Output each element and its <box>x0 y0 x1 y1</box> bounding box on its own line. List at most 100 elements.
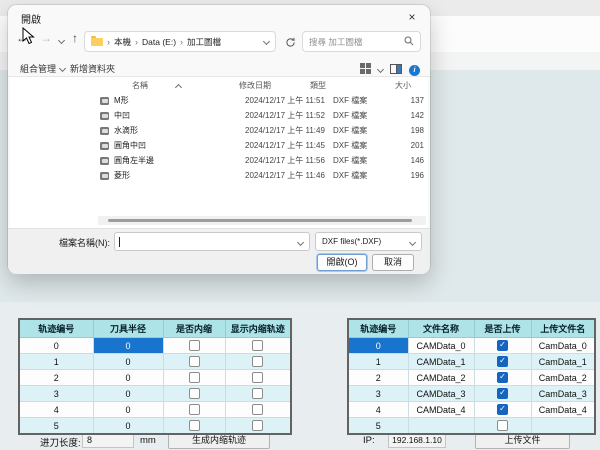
show-inset-trajectory-checkbox-cell[interactable] <box>225 386 291 402</box>
filename-input[interactable] <box>114 232 310 251</box>
trajectory-id-cell[interactable]: 1 <box>348 354 408 370</box>
refresh-icon[interactable] <box>285 35 296 53</box>
inset-checkbox-cell[interactable] <box>163 354 225 370</box>
trajectory-id-cell[interactable]: 2 <box>348 370 408 386</box>
breadcrumb-chevron-icon[interactable] <box>263 38 270 45</box>
trajectory-id-cell[interactable]: 3 <box>19 386 93 402</box>
upload-checkbox-cell[interactable] <box>474 354 531 370</box>
unchecked-checkbox[interactable] <box>252 356 263 367</box>
column-header-type[interactable]: 類型 <box>310 80 326 91</box>
show-inset-trajectory-checkbox-cell[interactable] <box>225 354 291 370</box>
trajectory-id-cell[interactable]: 0 <box>19 338 93 354</box>
unchecked-checkbox[interactable] <box>189 340 200 351</box>
open-button[interactable]: 開啟(O) <box>317 254 367 271</box>
show-inset-trajectory-checkbox-cell[interactable] <box>225 370 291 386</box>
close-icon[interactable]: × <box>404 9 420 25</box>
show-inset-trajectory-checkbox-cell[interactable] <box>225 402 291 418</box>
checked-checkbox[interactable] <box>497 388 508 399</box>
column-header-name[interactable]: 名稱 <box>132 80 148 91</box>
breadcrumb[interactable]: › 本機 › Data (E:) › 加工圖檔 <box>84 31 276 52</box>
upload-filename-cell[interactable]: CamData_3 <box>531 386 595 402</box>
file-row[interactable]: 水滴形2024/12/17 上午 11:49DXF 檔案198 <box>100 123 426 138</box>
trajectory-id-cell[interactable]: 2 <box>19 370 93 386</box>
upload-filename-cell[interactable]: CamData_2 <box>531 370 595 386</box>
search-input[interactable]: 搜尋 加工圖檔 <box>302 31 421 52</box>
unchecked-checkbox[interactable] <box>252 388 263 399</box>
breadcrumb-item-folder[interactable]: 加工圖檔 <box>187 36 221 48</box>
ip-input[interactable]: 192.168.1.10 <box>388 433 446 448</box>
checked-checkbox[interactable] <box>497 404 508 415</box>
file-name-cell[interactable]: CAMData_4 <box>408 402 474 418</box>
unchecked-checkbox[interactable] <box>252 404 263 415</box>
unchecked-checkbox[interactable] <box>189 388 200 399</box>
breadcrumb-item-drive[interactable]: Data (E:) <box>142 37 176 47</box>
tool-radius-cell[interactable]: 0 <box>93 386 163 402</box>
file-name-cell[interactable]: CAMData_2 <box>408 370 474 386</box>
trajectory-id-cell[interactable]: 3 <box>348 386 408 402</box>
horizontal-scrollbar[interactable] <box>98 216 426 225</box>
upload-filename-cell[interactable]: CamData_1 <box>531 354 595 370</box>
up-icon[interactable]: ↑ <box>72 31 78 45</box>
file-name-cell[interactable] <box>408 418 474 435</box>
unchecked-checkbox[interactable] <box>189 404 200 415</box>
inset-checkbox-cell[interactable] <box>163 370 225 386</box>
trajectory-id-cell[interactable]: 0 <box>348 338 408 354</box>
upload-checkbox-cell[interactable] <box>474 418 531 435</box>
upload-filename-cell[interactable] <box>531 418 595 435</box>
tool-radius-cell[interactable]: 0 <box>93 338 163 354</box>
cancel-button[interactable]: 取消 <box>372 254 414 271</box>
filetype-select[interactable]: DXF files(*.DXF) <box>315 232 422 251</box>
upload-checkbox-cell[interactable] <box>474 370 531 386</box>
unchecked-checkbox[interactable] <box>189 372 200 383</box>
unchecked-checkbox[interactable] <box>252 372 263 383</box>
file-row[interactable]: 中凹2024/12/17 上午 11:52DXF 檔案142 <box>100 108 426 123</box>
file-row[interactable]: 圓角中凹2024/12/17 上午 11:45DXF 檔案201 <box>100 138 426 153</box>
unchecked-checkbox[interactable] <box>252 340 263 351</box>
new-folder-button[interactable]: 新增資料夾 <box>70 62 115 75</box>
scrollbar-thumb[interactable] <box>108 219 412 222</box>
trajectory-id-cell[interactable]: 5 <box>348 418 408 435</box>
column-header-size[interactable]: 大小 <box>395 80 411 91</box>
upload-checkbox-cell[interactable] <box>474 402 531 418</box>
inset-checkbox-cell[interactable] <box>163 402 225 418</box>
tool-radius-cell[interactable]: 0 <box>93 418 163 435</box>
unchecked-checkbox[interactable] <box>189 420 200 431</box>
upload-filename-cell[interactable]: CamData_4 <box>531 402 595 418</box>
view-mode-chevron-icon[interactable] <box>377 65 384 72</box>
upload-filename-cell[interactable]: CamData_0 <box>531 338 595 354</box>
trajectory-id-cell[interactable]: 1 <box>19 354 93 370</box>
unchecked-checkbox[interactable] <box>252 420 263 431</box>
info-icon[interactable]: i <box>409 65 420 76</box>
unchecked-checkbox[interactable] <box>497 420 508 431</box>
checked-checkbox[interactable] <box>497 340 508 351</box>
feed-length-input[interactable]: 8 <box>82 433 134 448</box>
inset-checkbox-cell[interactable] <box>163 386 225 402</box>
file-name-cell[interactable]: CAMData_0 <box>408 338 474 354</box>
breadcrumb-item-computer[interactable]: 本機 <box>114 36 131 48</box>
trajectory-id-cell[interactable]: 4 <box>19 402 93 418</box>
filename-dropdown-chevron-icon[interactable] <box>297 239 304 246</box>
tool-radius-cell[interactable]: 0 <box>93 402 163 418</box>
upload-checkbox-cell[interactable] <box>474 338 531 354</box>
file-name-cell[interactable]: CAMData_3 <box>408 386 474 402</box>
file-name-cell[interactable]: CAMData_1 <box>408 354 474 370</box>
inset-checkbox-cell[interactable] <box>163 418 225 435</box>
file-row[interactable]: M形2024/12/17 上午 11:51DXF 檔案137 <box>100 93 426 108</box>
file-row[interactable]: 菱形2024/12/17 上午 11:46DXF 檔案196 <box>100 168 426 183</box>
recent-locations-chevron-icon[interactable] <box>58 37 65 44</box>
organize-menu[interactable]: 組合管理 <box>20 62 65 75</box>
unchecked-checkbox[interactable] <box>189 356 200 367</box>
trajectory-id-cell[interactable]: 4 <box>348 402 408 418</box>
checked-checkbox[interactable] <box>497 372 508 383</box>
forward-icon[interactable]: → <box>40 31 52 45</box>
upload-checkbox-cell[interactable] <box>474 386 531 402</box>
tool-radius-cell[interactable]: 0 <box>93 370 163 386</box>
show-inset-trajectory-checkbox-cell[interactable] <box>225 418 291 435</box>
file-row[interactable]: 圓角左半邊2024/12/17 上午 11:56DXF 檔案146 <box>100 153 426 168</box>
column-header-date[interactable]: 修改日期 <box>239 80 271 91</box>
inset-checkbox-cell[interactable] <box>163 338 225 354</box>
checked-checkbox[interactable] <box>497 356 508 367</box>
show-inset-trajectory-checkbox-cell[interactable] <box>225 338 291 354</box>
tool-radius-cell[interactable]: 0 <box>93 354 163 370</box>
trajectory-id-cell[interactable]: 5 <box>19 418 93 435</box>
